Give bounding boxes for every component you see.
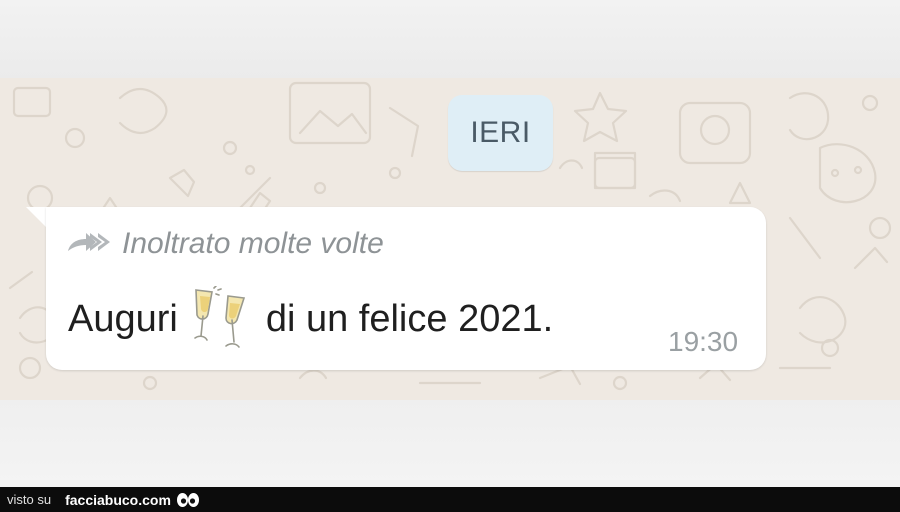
eyes-icon (176, 492, 199, 507)
forwarded-indicator: Inoltrato molte volte (66, 224, 384, 264)
message-timestamp: 19:30 (668, 326, 739, 357)
bottom-blank-area (0, 400, 900, 487)
clinking-glasses-icon (194, 286, 245, 348)
watermark-prefix: visto su (7, 492, 52, 507)
message-text-start: Auguri (68, 297, 178, 340)
date-separator: IERI (448, 95, 553, 171)
top-blank-area (0, 0, 900, 78)
bubble-tail (26, 207, 48, 229)
forwarded-many-icon (68, 233, 110, 251)
watermark-brand[interactable]: facciabuco.com (65, 492, 171, 508)
forwarded-label: Inoltrato molte volte (122, 227, 384, 260)
watermark-bar: visto su facciabuco.com (0, 487, 900, 512)
message-text: Auguri di un felice 2021. (68, 284, 553, 354)
message-text-end: di un felice 2021. (265, 297, 554, 340)
